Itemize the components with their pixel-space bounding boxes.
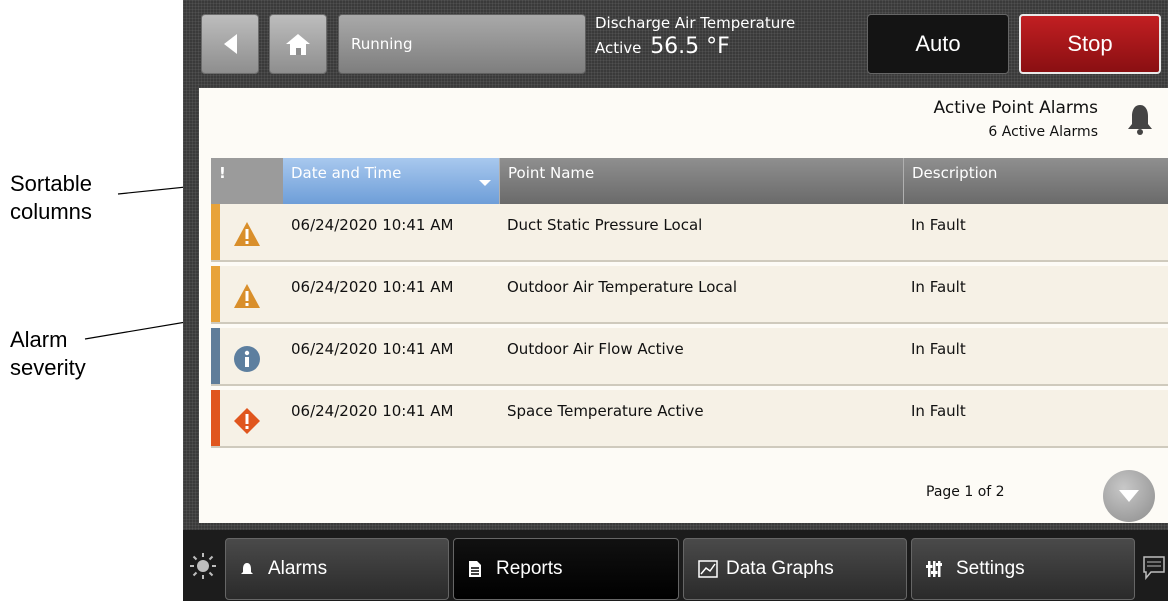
annotation-alarm-severity: Alarm severity: [10, 327, 86, 380]
column-date-time[interactable]: Date and Time: [283, 158, 499, 204]
annotation-sortable-columns: Sortable columns: [10, 171, 92, 224]
alarm-point-name: Outdoor Air Temperature Local: [507, 278, 738, 296]
bell-icon: [1128, 105, 1152, 135]
dat-label: Discharge Air Temperature: [595, 14, 796, 32]
alarm-datetime: 06/24/2020 10:41 AM: [291, 216, 454, 234]
nav-settings[interactable]: Settings: [911, 538, 1135, 600]
alarm-datetime: 06/24/2020 10:41 AM: [291, 402, 454, 420]
page-indicator: Page 1 of 2: [926, 484, 1005, 500]
home-icon: [286, 34, 310, 55]
alarm-table-header: ! Date and Time Point Name Description: [211, 158, 1168, 204]
brightness-icon[interactable]: [189, 552, 217, 580]
home-button[interactable]: [269, 14, 327, 74]
critical-diamond-icon: [234, 408, 260, 434]
bottom-nav: Alarms Reports Data Graphs Settings: [183, 530, 1168, 601]
alarm-row[interactable]: 06/24/2020 10:41 AM Duct Static Pressure…: [211, 204, 1168, 262]
warning-triangle-icon: [234, 222, 260, 246]
active-alarm-count: 6 Active Alarms: [988, 124, 1098, 140]
stop-button[interactable]: Stop: [1019, 14, 1161, 74]
severity-stripe: [211, 266, 220, 322]
alarms-title: Active Point Alarms: [933, 98, 1098, 118]
status-display: Running: [338, 14, 586, 74]
status-text: Running: [351, 35, 413, 53]
alarm-description: In Fault: [911, 340, 966, 358]
alarm-description: In Fault: [911, 216, 966, 234]
message-icon[interactable]: [1143, 556, 1165, 580]
nav-data-graphs-label: Data Graphs: [726, 558, 834, 579]
sort-descending-icon: [479, 180, 491, 186]
alarm-bell-button[interactable]: [1126, 102, 1154, 140]
back-button[interactable]: [201, 14, 259, 74]
column-severity[interactable]: !: [211, 158, 283, 204]
alarm-row[interactable]: 06/24/2020 10:41 AM Space Temperature Ac…: [211, 390, 1168, 448]
back-arrow-icon: [224, 34, 237, 54]
dat-value: 56.5 °F: [650, 34, 730, 59]
alarm-row[interactable]: 06/24/2020 10:41 AM Outdoor Air Temperat…: [211, 266, 1168, 324]
top-bar: Running Discharge Air Temperature Active…: [183, 0, 1168, 88]
nav-reports-label: Reports: [496, 558, 563, 579]
discharge-air-temperature: Discharge Air Temperature Active 56.5 °F: [595, 14, 795, 59]
nav-data-graphs[interactable]: Data Graphs: [683, 538, 907, 600]
alarm-point-name: Duct Static Pressure Local: [507, 216, 703, 234]
alarm-description: In Fault: [911, 402, 966, 420]
page-down-button[interactable]: [1103, 470, 1155, 522]
dat-state: Active: [595, 39, 642, 57]
alarm-datetime: 06/24/2020 10:41 AM: [291, 278, 454, 296]
document-icon: [469, 561, 481, 577]
alarm-point-name: Outdoor Air Flow Active: [507, 340, 684, 358]
severity-stripe: [211, 328, 220, 384]
nav-reports[interactable]: Reports: [453, 538, 679, 600]
severity-stripe: [211, 390, 220, 446]
warning-triangle-icon: [234, 284, 260, 308]
nav-alarms[interactable]: Alarms: [225, 538, 449, 600]
sliders-icon: [926, 561, 942, 577]
column-point-name[interactable]: Point Name: [499, 158, 903, 204]
column-description[interactable]: Description: [903, 158, 1168, 204]
auto-button[interactable]: Auto: [867, 14, 1009, 74]
alarm-description: In Fault: [911, 278, 966, 296]
info-icon: [234, 346, 260, 372]
nav-settings-label: Settings: [956, 558, 1025, 579]
graph-icon: [698, 560, 718, 578]
severity-stripe: [211, 204, 220, 260]
nav-alarms-label: Alarms: [268, 558, 328, 579]
alarms-panel: Active Point Alarms 6 Active Alarms ! Da…: [199, 88, 1168, 523]
chevron-down-icon: [1119, 490, 1139, 502]
bell-icon: [241, 563, 253, 574]
column-date-time-label: Date and Time: [291, 164, 402, 182]
controller-screen: Running Discharge Air Temperature Active…: [183, 0, 1168, 601]
alarm-point-name: Space Temperature Active: [507, 402, 704, 420]
alarm-datetime: 06/24/2020 10:41 AM: [291, 340, 454, 358]
alarm-row[interactable]: 06/24/2020 10:41 AM Outdoor Air Flow Act…: [211, 328, 1168, 386]
